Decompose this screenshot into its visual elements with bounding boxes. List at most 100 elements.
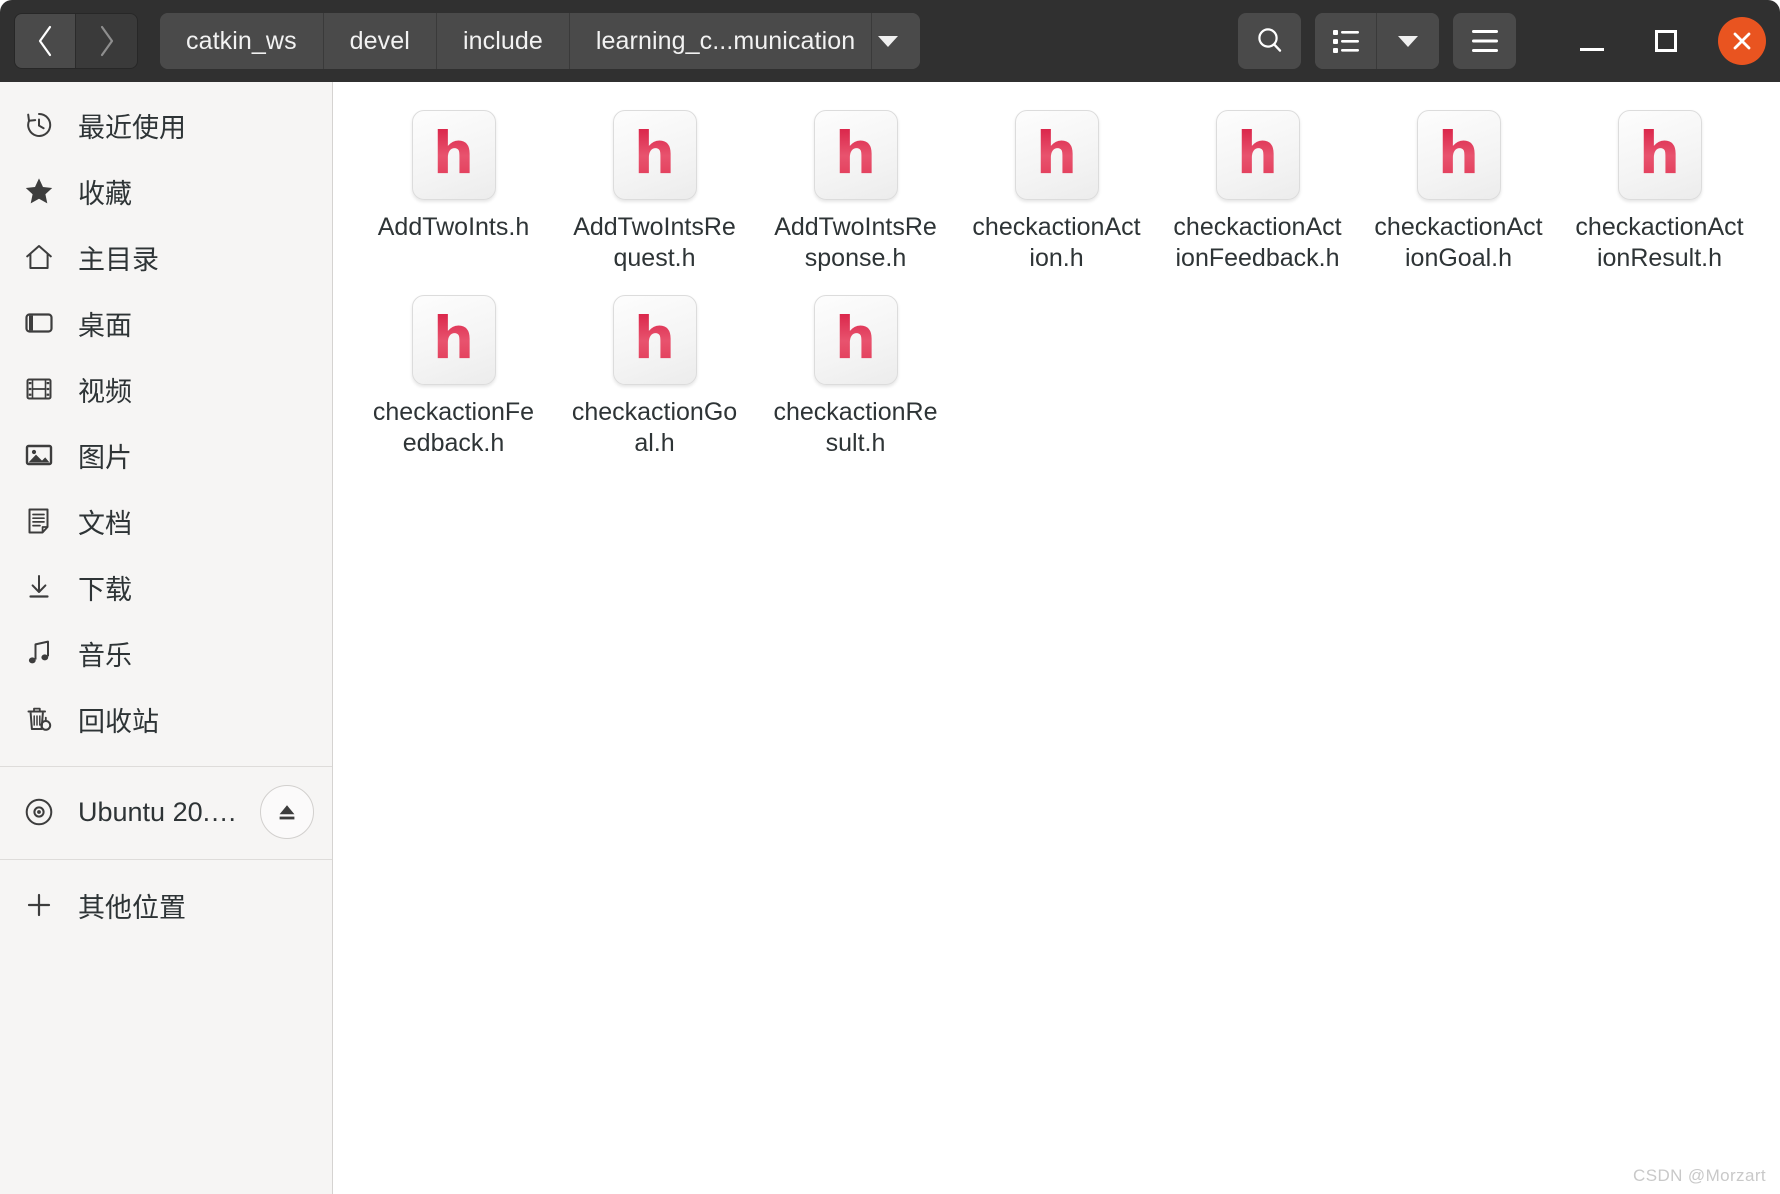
file-item[interactable]: h checkactionAction.h (956, 100, 1157, 277)
sidebar-device-label: Ubuntu 20.0... (78, 796, 238, 827)
sidebar-item-label: 视频 (78, 376, 132, 407)
recent-clock-icon (22, 108, 56, 142)
sidebar-item-label: 主目录 (78, 244, 159, 275)
sidebar-item-label: 回收站 (78, 706, 159, 737)
file-type-letter: h (432, 119, 475, 187)
file-item[interactable]: h AddTwoInts.h (353, 100, 554, 277)
sidebar-item-home[interactable]: 主目录 (0, 224, 332, 290)
sidebar-item-label: 音乐 (78, 640, 132, 671)
header-file-icon: h (1416, 110, 1501, 200)
file-name-label: AddTwoInts.h (377, 213, 530, 241)
file-item[interactable]: h checkactionActionGoal.h (1358, 100, 1559, 277)
file-name-label: checkactionActionResult.h (1575, 213, 1744, 272)
sidebar-item-other-locations[interactable]: 其他位置 (0, 872, 332, 938)
chevron-down-icon (1398, 35, 1418, 47)
file-type-letter: h (432, 304, 475, 372)
video-film-icon (22, 372, 56, 406)
header-file-icon: h (612, 295, 697, 385)
list-view-button[interactable] (1315, 13, 1377, 69)
file-type-letter: h (1035, 119, 1078, 187)
chevron-down-icon (878, 35, 899, 47)
sidebar-item-starred[interactable]: 收藏 (0, 158, 332, 224)
maximize-button[interactable] (1644, 19, 1688, 63)
header-file-icon: h (1215, 110, 1300, 200)
file-view[interactable]: h AddTwoInts.h h AddTwoIntsRequest.h h A… (333, 82, 1780, 1194)
star-icon (22, 174, 56, 208)
sidebar-item-pictures[interactable]: 图片 (0, 422, 332, 488)
file-name-label: checkactionGoal.h (571, 398, 738, 457)
eject-button[interactable] (260, 785, 314, 839)
file-item[interactable]: h AddTwoIntsRequest.h (554, 100, 755, 277)
file-item[interactable]: h checkactionGoal.h (554, 285, 755, 462)
file-name-label: checkactionActionGoal.h (1374, 213, 1543, 272)
minimize-button[interactable] (1570, 19, 1614, 63)
sidebar-item-trash[interactable]: 回收站 (0, 686, 332, 752)
file-manager-window: catkin_ws devel include learning_c...mun… (0, 0, 1780, 1194)
file-item[interactable]: h checkactionResult.h (755, 285, 956, 462)
minimize-icon (1580, 47, 1604, 51)
view-controls (1315, 13, 1439, 69)
file-name-label: AddTwoIntsResponse.h (774, 213, 937, 272)
sidebar-item-label: 下载 (78, 574, 132, 605)
file-grid: h AddTwoInts.h h AddTwoIntsRequest.h h A… (353, 100, 1760, 462)
sidebar-item-device-ubuntu[interactable]: Ubuntu 20.0... (0, 779, 332, 845)
file-type-letter: h (633, 119, 676, 187)
header-file-icon: h (1014, 110, 1099, 200)
sidebar-item-label: 桌面 (78, 310, 132, 341)
header-file-icon: h (411, 295, 496, 385)
downloads-icon (22, 570, 56, 604)
header-bar: catkin_ws devel include learning_c...mun… (0, 0, 1780, 82)
view-options-dropdown-button[interactable] (1377, 13, 1439, 69)
file-type-letter: h (633, 304, 676, 372)
search-button[interactable] (1238, 13, 1301, 69)
header-tools (1238, 13, 1766, 69)
file-name-label: checkactionResult.h (773, 398, 938, 457)
sidebar-item-recent[interactable]: 最近使用 (0, 92, 332, 158)
header-file-icon: h (612, 110, 697, 200)
sidebar-item-label: 收藏 (78, 178, 132, 209)
desktop-icon (22, 306, 56, 340)
file-type-letter: h (1638, 119, 1681, 187)
sidebar-item-documents[interactable]: 文档 (0, 488, 332, 554)
hamburger-menu-icon (1471, 30, 1498, 52)
window-controls (1570, 17, 1766, 65)
sidebar-item-label: 文档 (78, 508, 132, 539)
close-button[interactable] (1718, 17, 1766, 65)
file-item[interactable]: h checkactionFeedback.h (353, 285, 554, 462)
file-item[interactable]: h checkactionActionResult.h (1559, 100, 1760, 277)
sidebar-item-label: 图片 (78, 442, 132, 473)
forward-button[interactable] (76, 14, 137, 68)
file-type-letter: h (1236, 119, 1279, 187)
header-file-icon: h (813, 110, 898, 200)
sidebar-item-music[interactable]: 音乐 (0, 620, 332, 686)
back-button[interactable] (15, 14, 76, 68)
sidebar-item-label: 最近使用 (78, 112, 186, 143)
breadcrumb-dropdown-button[interactable] (872, 13, 921, 69)
home-icon (22, 240, 56, 274)
plus-icon (22, 888, 56, 922)
music-note-icon (22, 636, 56, 670)
sidebar-divider-other (0, 859, 332, 860)
header-file-icon: h (1617, 110, 1702, 200)
header-file-icon: h (411, 110, 496, 200)
breadcrumb-item-include[interactable]: include (436, 13, 570, 69)
header-file-icon: h (813, 295, 898, 385)
list-view-icon (1332, 30, 1359, 53)
sidebar-divider-devices (0, 766, 332, 767)
sidebar-item-label: 其他位置 (78, 892, 186, 923)
breadcrumb-item-catkin-ws[interactable]: catkin_ws (160, 13, 324, 69)
chevron-right-icon (100, 25, 113, 57)
breadcrumb-item-devel[interactable]: devel (323, 13, 437, 69)
file-item[interactable]: h checkactionActionFeedback.h (1157, 100, 1358, 277)
sidebar-item-desktop[interactable]: 桌面 (0, 290, 332, 356)
file-type-letter: h (834, 119, 877, 187)
breadcrumb-item-current[interactable]: learning_c...munication (569, 13, 873, 69)
file-name-label: AddTwoIntsRequest.h (573, 213, 736, 272)
breadcrumb: catkin_ws devel include learning_c...mun… (160, 13, 921, 69)
sidebar-item-downloads[interactable]: 下载 (0, 554, 332, 620)
close-icon (1733, 32, 1751, 50)
sidebar-item-videos[interactable]: 视频 (0, 356, 332, 422)
file-item[interactable]: h AddTwoIntsResponse.h (755, 100, 956, 277)
main-menu-button[interactable] (1453, 13, 1516, 69)
file-type-letter: h (1437, 119, 1480, 187)
